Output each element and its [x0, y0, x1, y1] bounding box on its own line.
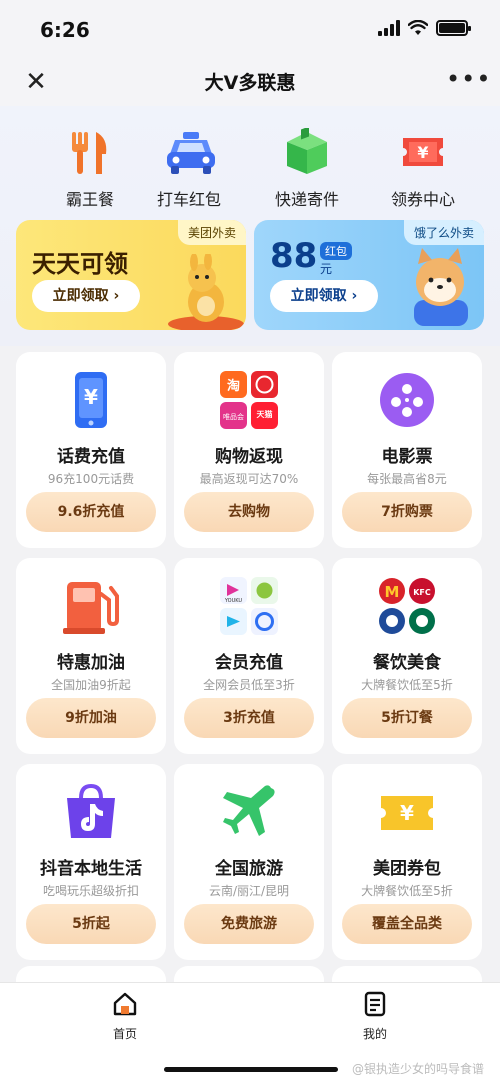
card-title: 全国旅游	[215, 859, 283, 879]
card-subtitle: 最高返现可达70%	[199, 472, 299, 486]
taxi-icon	[165, 128, 215, 176]
card-douyin-local[interactable]: 抖音本地生活 吃喝玩乐超级折扣 5折起	[16, 764, 166, 960]
card-subtitle: 大牌餐饮低至5折	[361, 678, 453, 692]
quick-link-express[interactable]: 快递寄件	[252, 126, 362, 210]
quick-link-coupon-center[interactable]: ¥ 领券中心	[368, 128, 478, 210]
signal-icon	[378, 20, 400, 36]
svg-text:¥: ¥	[400, 801, 414, 825]
quick-link-label: 快递寄件	[274, 190, 339, 209]
card-phone-recharge[interactable]: ¥ 话费充值 96充100元话费 9.6折充值	[16, 352, 166, 548]
more-options-button[interactable]: •••	[446, 64, 490, 98]
wifi-icon	[408, 20, 428, 35]
watermark: @银执造少女的吗导食谱	[351, 1062, 484, 1076]
card-title: 抖音本地生活	[40, 859, 142, 879]
battery-icon	[436, 20, 471, 36]
page-title: 大V多联惠	[204, 72, 296, 94]
card-action-button[interactable]: 7折购票	[342, 492, 472, 532]
card-meituan-coupons[interactable]: ¥ 美团券包 大牌餐饮低至5折 覆盖全品类	[332, 764, 482, 960]
tab-label: 首页	[112, 1027, 137, 1041]
svg-text:淘: 淘	[227, 378, 240, 394]
nav-bar: ✕ 大V多联惠 •••	[0, 60, 500, 106]
card-action-button[interactable]: 覆盖全品类	[342, 904, 472, 944]
card-subtitle: 全国加油9折起	[51, 678, 131, 692]
card-title: 会员充值	[215, 653, 283, 673]
svg-text:KFC: KFC	[413, 588, 431, 597]
quick-link-label: 领券中心	[390, 190, 455, 209]
card-title: 购物返现	[215, 447, 283, 467]
card-title: 话费充值	[57, 447, 125, 467]
banner-badge: 红包	[320, 242, 352, 260]
card-action-button[interactable]: 去购物	[184, 492, 314, 532]
home-icon	[113, 992, 137, 1016]
film-reel-icon	[377, 370, 437, 430]
status-time: 6:26	[40, 18, 90, 42]
douyin-bag-icon	[61, 782, 121, 842]
quick-link-taxi[interactable]: 打车红包	[134, 128, 244, 210]
card-subtitle: 96充100元话费	[47, 472, 135, 486]
card-title: 特惠加油	[57, 653, 125, 673]
svg-text:¥: ¥	[417, 143, 428, 162]
svg-text:YOUKU: YOUKU	[224, 598, 243, 604]
home-indicator	[164, 1067, 338, 1072]
fuel-pump-icon	[61, 576, 121, 636]
phone-yuan-icon: ¥	[61, 370, 121, 430]
quick-link-bawangcan[interactable]: 霸王餐	[35, 128, 145, 210]
card-shopping-cashback[interactable]: 淘唯品会 天猫 购物返现 最高返现可达70% 去购物	[174, 352, 324, 548]
meituan-banner[interactable]: 美团外卖 天天可领 立即领取 ›	[16, 220, 246, 330]
svg-text:¥: ¥	[84, 385, 98, 409]
airplane-icon	[219, 782, 279, 842]
svg-text:天猫: 天猫	[257, 409, 273, 419]
card-action-button[interactable]: 9折加油	[26, 698, 156, 738]
svg-text:M: M	[385, 583, 400, 601]
membership-apps-icon: YOUKU	[219, 576, 279, 636]
banner-headline: 天天可领	[32, 250, 128, 278]
coupon-icon: ¥	[399, 128, 447, 176]
banner-unit: 元	[320, 262, 333, 276]
package-icon	[283, 126, 331, 176]
card-subtitle: 大牌餐饮低至5折	[361, 884, 453, 898]
voucher-icon: ¥	[377, 782, 437, 842]
quick-link-label: 打车红包	[156, 190, 221, 209]
shiba-mascot-icon	[414, 248, 468, 326]
card-subtitle: 每张最高省8元	[367, 472, 447, 486]
svg-text:唯品会: 唯品会	[223, 412, 244, 421]
eleme-banner[interactable]: 饿了么外卖 88 红包 元 立即领取 ›	[254, 220, 484, 330]
card-title: 餐饮美食	[373, 653, 441, 673]
card-action-button[interactable]: 9.6折充值	[26, 492, 156, 532]
card-title: 电影票	[381, 447, 433, 467]
banner-tag: 美团外卖	[177, 220, 246, 245]
quick-link-label: 霸王餐	[65, 190, 114, 209]
card-action-button[interactable]: 3折充值	[184, 698, 314, 738]
card-action-button[interactable]: 5折起	[26, 904, 156, 944]
card-food-dining[interactable]: M KFC 餐饮美食 大牌餐饮低至5折 5折订餐	[332, 558, 482, 754]
status-icons	[378, 20, 471, 36]
card-membership-recharge[interactable]: YOUKU 会员充值 全网会员低至3折 3折充值	[174, 558, 324, 754]
status-bar: 6:26	[0, 0, 500, 60]
shopping-apps-icon: 淘唯品会 天猫	[219, 370, 279, 430]
card-title: 美团券包	[373, 859, 441, 879]
tab-mine[interactable]: 我的	[335, 991, 415, 1042]
card-subtitle: 全网会员低至3折	[203, 678, 295, 692]
card-fuel-discount[interactable]: 特惠加油 全国加油9折起 9折加油	[16, 558, 166, 754]
tab-home[interactable]: 首页	[85, 991, 165, 1042]
kangaroo-mascot-icon	[168, 254, 244, 330]
banner-amount: 88	[270, 236, 318, 276]
banner-claim-button[interactable]: 立即领取 ›	[32, 280, 140, 312]
card-action-button[interactable]: 免费旅游	[184, 904, 314, 944]
card-national-travel[interactable]: 全国旅游 云南/丽江/昆明 免费旅游	[174, 764, 324, 960]
card-movie-ticket[interactable]: 电影票 每张最高省8元 7折购票	[332, 352, 482, 548]
fork-knife-icon	[66, 128, 114, 176]
card-action-button[interactable]: 5折订餐	[342, 698, 472, 738]
banner-claim-button[interactable]: 立即领取 ›	[270, 280, 378, 312]
food-brands-icon: M KFC	[377, 576, 437, 636]
profile-doc-icon	[364, 991, 386, 1017]
card-subtitle: 吃喝玩乐超级折扣	[42, 884, 139, 898]
tab-label: 我的	[362, 1027, 387, 1041]
card-subtitle: 云南/丽江/昆明	[208, 884, 290, 898]
